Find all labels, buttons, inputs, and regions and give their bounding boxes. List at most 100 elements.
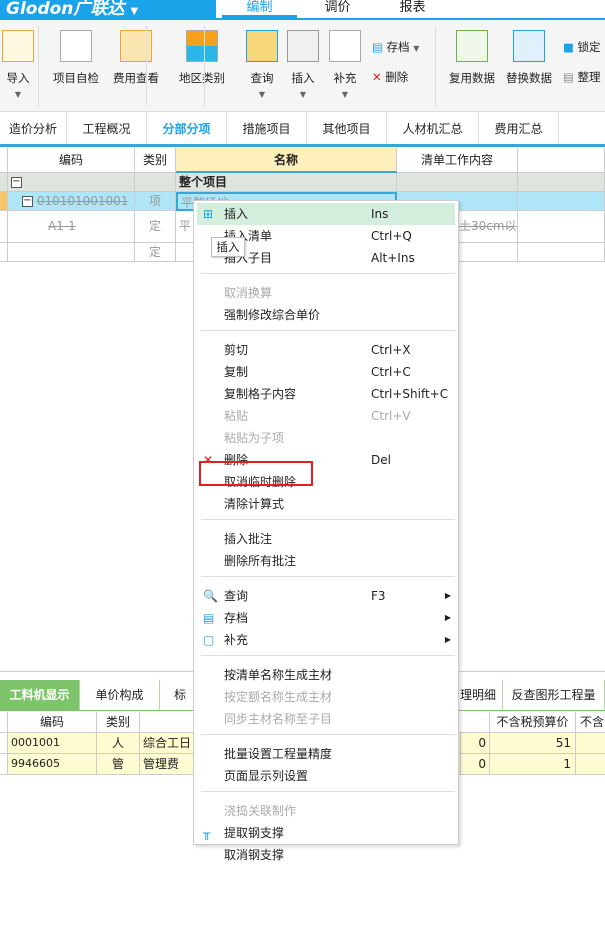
menu-item[interactable]: 插入批注 bbox=[197, 528, 455, 550]
check-icon bbox=[60, 30, 92, 62]
reuse-icon bbox=[456, 30, 488, 62]
divider bbox=[435, 26, 436, 106]
content-cell bbox=[397, 173, 518, 192]
menu-item[interactable]: 粘贴 Ctrl+V bbox=[197, 405, 455, 427]
col-code[interactable]: 编码 bbox=[8, 148, 135, 173]
organize-button[interactable]: ▤ 整理 bbox=[563, 68, 601, 86]
tab-measures[interactable]: 措施项目 bbox=[227, 112, 307, 144]
fee-search-icon bbox=[120, 30, 152, 62]
supplement-button[interactable]: 补充 ▼ bbox=[315, 28, 375, 99]
context-menu: ⊞ 插入 Ins 插入清单 Ctrl+Q 插入子目 Alt+Ins 取消换算 强制修改综合单价剪… bbox=[193, 200, 459, 862]
menu-item[interactable]: ▤ 存档 ▶ bbox=[197, 607, 455, 629]
menu-item-label: 删除所有批注 bbox=[224, 554, 297, 568]
menu-item[interactable]: 复制 Ctrl+C bbox=[197, 361, 455, 383]
menu-item[interactable]: 🔍 查询 F3 ▶ bbox=[197, 585, 455, 607]
menu-item-label: 存档 bbox=[224, 611, 249, 625]
menu-item[interactable]: 页面显示列设置 bbox=[197, 765, 455, 787]
menu-item[interactable]: 取消钢支撑 bbox=[197, 844, 455, 866]
code-cell: 9946605 bbox=[8, 754, 97, 775]
menu-item[interactable]: 剪切 Ctrl+X bbox=[197, 339, 455, 361]
archive-label: 存档 bbox=[386, 40, 410, 54]
menu-item[interactable]: 粘贴为子项 bbox=[197, 427, 455, 449]
tab-sections[interactable]: 分部分项 bbox=[147, 112, 227, 144]
region-icon bbox=[186, 30, 218, 62]
price2-cell bbox=[576, 733, 605, 754]
self-check-label: 项目自检 bbox=[53, 71, 99, 85]
price-cell: 1 bbox=[490, 754, 576, 775]
menu-item[interactable]: 按清单名称生成主材 bbox=[197, 664, 455, 686]
fee-view-button[interactable]: 费用查看 bbox=[106, 28, 166, 86]
menu-item[interactable]: 浇捣关联制作 bbox=[197, 800, 455, 822]
table-row[interactable]: − 整个项目 bbox=[0, 173, 605, 192]
menu-item-label: 粘贴为子项 bbox=[224, 431, 285, 445]
tab-report[interactable]: 报表 bbox=[375, 0, 450, 18]
logo[interactable]: Glodon广联达 ▼ bbox=[0, 0, 216, 19]
menu-item[interactable]: 同步主材名称至子目 bbox=[197, 708, 455, 730]
tab-overview[interactable]: 工程概况 bbox=[67, 112, 147, 144]
self-check-button[interactable]: 项目自检 bbox=[46, 28, 106, 86]
collapse-icon[interactable]: − bbox=[11, 177, 22, 188]
menu-item[interactable]: 删除所有批注 bbox=[197, 550, 455, 572]
tab-adjust[interactable]: 调价 bbox=[300, 0, 375, 18]
tab-price-composition[interactable]: 单价构成 bbox=[80, 680, 160, 710]
menu-item-shortcut: F3 bbox=[371, 589, 386, 603]
tab-reverse-check[interactable]: 反查图形工程量 bbox=[503, 680, 605, 710]
menu-item[interactable]: ▢ 补充 ▶ bbox=[197, 629, 455, 651]
col-content[interactable]: 清单工作内容 bbox=[397, 148, 518, 173]
menu-item-label: 复制格子内容 bbox=[224, 387, 297, 401]
row-marker bbox=[0, 211, 8, 243]
replace-label: 替换数据 bbox=[506, 71, 552, 85]
code-text: 010101001001 bbox=[36, 194, 129, 208]
type-cell: 管 bbox=[97, 754, 140, 775]
menu-item-shortcut: Ins bbox=[371, 207, 389, 221]
tab-other[interactable]: 其他项目 bbox=[307, 112, 387, 144]
row-marker bbox=[0, 173, 8, 192]
row-marker bbox=[0, 148, 8, 173]
collapse-icon[interactable]: − bbox=[22, 196, 33, 207]
menu-item[interactable]: 强制修改综合单价 bbox=[197, 304, 455, 326]
tab-material-display[interactable]: 工料机显示 bbox=[0, 680, 80, 710]
col-code[interactable]: 编码 bbox=[8, 712, 97, 733]
lock-button[interactable]: ■ 锁定 bbox=[563, 38, 601, 56]
col-price[interactable]: 不含税预算价 bbox=[490, 712, 576, 733]
col-price2[interactable]: 不含 bbox=[576, 712, 605, 733]
menu-item[interactable]: 清除计算式 bbox=[197, 493, 455, 515]
value-cell: 0 bbox=[460, 754, 490, 775]
menu-item[interactable]: 按定额名称生成主材 bbox=[197, 686, 455, 708]
menu-item[interactable]: 取消换算 bbox=[197, 282, 455, 304]
supplement-icon: ▢ bbox=[203, 633, 215, 647]
col-type[interactable]: 类别 bbox=[135, 148, 176, 173]
menu-item-label: 清除计算式 bbox=[224, 497, 285, 511]
tab-labor-material[interactable]: 人材机汇总 bbox=[387, 112, 479, 144]
replace-data-button[interactable]: 替换数据 bbox=[499, 28, 559, 86]
tab-edit[interactable]: 编制 bbox=[222, 0, 297, 18]
menu-item[interactable]: 复制格子内容 Ctrl+Shift+C bbox=[197, 383, 455, 405]
menu-item-shortcut: Ctrl+X bbox=[371, 343, 411, 357]
archive-button[interactable]: ▤ 存档 ▼ bbox=[372, 38, 419, 56]
divider bbox=[146, 26, 147, 106]
fee-view-label: 费用查看 bbox=[113, 71, 159, 85]
menu-item-label: 同步主材名称至子目 bbox=[224, 712, 333, 726]
reuse-data-button[interactable]: 复用数据 bbox=[442, 28, 502, 86]
menu-item-label: 补充 bbox=[224, 633, 249, 647]
tab-fee-summary[interactable]: 费用汇总 bbox=[479, 112, 559, 144]
name-cell: 整个项目 bbox=[176, 173, 397, 192]
delete-button[interactable]: ✕ 删除 bbox=[372, 68, 408, 86]
menu-item[interactable]: ╥ 提取钢支撑 bbox=[197, 822, 455, 844]
type-cell: 定 bbox=[135, 243, 176, 262]
price2-cell bbox=[576, 754, 605, 775]
menu-separator bbox=[201, 519, 455, 528]
menu-separator bbox=[201, 791, 455, 800]
col-name[interactable]: 名称 bbox=[176, 148, 397, 173]
region-button[interactable]: 地区类别 bbox=[172, 28, 232, 86]
menu-item[interactable]: ⊞ 插入 Ins bbox=[197, 203, 455, 225]
filler-cell bbox=[518, 211, 605, 243]
import-button[interactable]: 导入 ▼ bbox=[0, 28, 48, 99]
tab-cost-analysis[interactable]: 造价分析 bbox=[0, 112, 67, 144]
menu-item-label: 剪切 bbox=[224, 343, 249, 357]
menu-item[interactable]: 批量设置工程量精度 bbox=[197, 743, 455, 765]
menu-item-label: 页面显示列设置 bbox=[224, 769, 309, 783]
replace-icon bbox=[513, 30, 545, 62]
type-cell bbox=[135, 173, 176, 192]
col-type[interactable]: 类别 bbox=[97, 712, 140, 733]
